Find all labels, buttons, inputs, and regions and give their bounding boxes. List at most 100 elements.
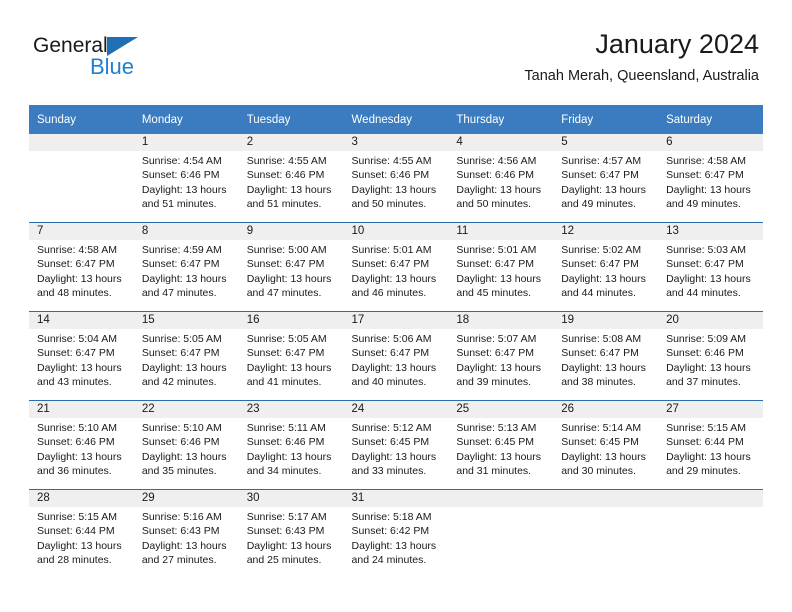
day-sun-info: Sunrise: 5:05 AM Sunset: 6:47 PM Daylight:… — [134, 329, 239, 389]
calendar-week-row: 1 Sunrise: 4:54 AM Sunset: 6:46 PM Daylight… — [29, 134, 763, 223]
calendar-day-cell[interactable]: 19 Sunrise: 5:08 AM Sunset: 6:47 PM Dayligh… — [553, 311, 659, 401]
day-cell-inner: 26 Sunrise: 5:14 AM Sunset: 6:45 PM Dayligh… — [553, 401, 659, 489]
calendar-day-cell[interactable]: 2 Sunrise: 4:55 AM Sunset: 6:46 PM Daylight… — [238, 134, 344, 223]
day-sun-info — [448, 507, 553, 510]
page-title: January 2024 — [595, 29, 759, 59]
sunset-text: Sunset: 6:47 PM — [666, 169, 744, 182]
calendar-day-cell[interactable]: 18 Sunrise: 5:07 AM Sunset: 6:47 PM Dayligh… — [448, 311, 554, 401]
calendar-day-cell[interactable]: 7 Sunrise: 4:58 AM Sunset: 6:47 PM Daylight… — [29, 222, 134, 312]
calendar-day-cell[interactable]: 14 Sunrise: 5:04 AM Sunset: 6:47 PM Dayligh… — [29, 311, 134, 401]
day-number: 22 — [133, 401, 239, 418]
calendar-day-cell[interactable]: 5 Sunrise: 4:57 AM Sunset: 6:47 PM Daylight… — [553, 134, 659, 223]
calendar-day-cell[interactable]: 8 Sunrise: 4:59 AM Sunset: 6:47 PM Daylight… — [133, 222, 239, 312]
day-number: 3 — [343, 134, 449, 151]
day-cell-inner: 13 Sunrise: 5:03 AM Sunset: 6:47 PM Dayligh… — [658, 223, 763, 311]
daylight-text-line1: Daylight: 13 hours — [37, 361, 122, 374]
weekday-header-friday: Friday — [553, 105, 659, 134]
calendar-week-row: 14 Sunrise: 5:04 AM Sunset: 6:47 PM Dayligh… — [29, 311, 763, 401]
day-cell-inner: 20 Sunrise: 5:09 AM Sunset: 6:46 PM Dayligh… — [658, 312, 763, 400]
day-number: 8 — [133, 223, 239, 240]
day-sun-info: Sunrise: 4:58 AM Sunset: 6:47 PM Daylight:… — [29, 240, 134, 300]
sunset-text: Sunset: 6:47 PM — [561, 347, 639, 360]
daylight-text-line2: and 47 minutes. — [246, 286, 322, 299]
sunrise-text: Sunrise: 5:15 AM — [666, 422, 747, 434]
calendar-day-cell[interactable]: 6 Sunrise: 4:58 AM Sunset: 6:47 PM Daylight… — [658, 134, 763, 223]
day-cell-inner: 8 Sunrise: 4:59 AM Sunset: 6:47 PM Daylight… — [133, 223, 239, 311]
sunrise-text: Sunrise: 5:11 AM — [246, 422, 326, 434]
day-sun-info: Sunrise: 5:16 AM Sunset: 6:43 PM Daylight:… — [134, 507, 239, 567]
calendar-day-cell[interactable]: 28 Sunrise: 5:15 AM Sunset: 6:44 PM Dayligh… — [29, 489, 134, 578]
day-number: 21 — [29, 401, 134, 418]
day-sun-info: Sunrise: 4:59 AM Sunset: 6:47 PM Daylight:… — [134, 240, 239, 300]
weekday-header-thursday: Thursday — [448, 105, 554, 134]
day-cell-inner — [29, 134, 134, 222]
day-cell-inner: 24 Sunrise: 5:12 AM Sunset: 6:45 PM Dayligh… — [343, 401, 449, 489]
day-sun-info: Sunrise: 4:58 AM Sunset: 6:47 PM Daylight:… — [658, 151, 763, 211]
calendar-day-cell[interactable]: 29 Sunrise: 5:16 AM Sunset: 6:43 PM Dayligh… — [133, 489, 239, 578]
day-cell-inner — [553, 490, 659, 578]
calendar-empty-cell — [553, 489, 659, 578]
daylight-text-line2: and 37 minutes. — [666, 375, 741, 388]
calendar-empty-cell — [658, 489, 763, 578]
day-cell-inner: 31 Sunrise: 5:18 AM Sunset: 6:42 PM Dayligh… — [343, 490, 449, 578]
day-sun-info: Sunrise: 5:09 AM Sunset: 6:46 PM Daylight:… — [658, 329, 763, 389]
sunset-text: Sunset: 6:47 PM — [351, 347, 430, 360]
daylight-text-line2: and 51 minutes. — [141, 197, 217, 210]
day-cell-inner: 23 Sunrise: 5:11 AM Sunset: 6:46 PM Dayligh… — [238, 401, 344, 489]
calendar-day-cell[interactable]: 15 Sunrise: 5:05 AM Sunset: 6:47 PM Dayligh… — [133, 311, 239, 401]
day-number: 16 — [238, 312, 344, 329]
calendar-day-cell[interactable]: 11 Sunrise: 5:01 AM Sunset: 6:47 PM Dayligh… — [448, 222, 554, 312]
calendar-day-cell[interactable]: 10 Sunrise: 5:01 AM Sunset: 6:47 PM Dayligh… — [343, 222, 449, 312]
daylight-text-line1: Daylight: 13 hours — [37, 539, 122, 552]
day-cell-inner: 16 Sunrise: 5:05 AM Sunset: 6:47 PM Dayligh… — [238, 312, 344, 400]
day-sun-info — [658, 507, 763, 510]
weekday-header-wednesday: Wednesday — [343, 105, 449, 134]
calendar-day-cell[interactable]: 9 Sunrise: 5:00 AM Sunset: 6:47 PM Daylight… — [238, 222, 344, 312]
sunrise-text: Sunrise: 5:03 AM — [666, 244, 747, 256]
day-number: 27 — [658, 401, 763, 418]
calendar-day-cell[interactable]: 27 Sunrise: 5:15 AM Sunset: 6:44 PM Dayligh… — [658, 400, 763, 490]
day-cell-inner: 7 Sunrise: 4:58 AM Sunset: 6:47 PM Daylight… — [29, 223, 134, 311]
calendar-day-cell[interactable]: 30 Sunrise: 5:17 AM Sunset: 6:43 PM Dayligh… — [238, 489, 344, 578]
sunset-text: Sunset: 6:47 PM — [561, 169, 639, 182]
daylight-text-line1: Daylight: 13 hours — [561, 272, 646, 285]
calendar-day-cell[interactable]: 26 Sunrise: 5:14 AM Sunset: 6:45 PM Dayligh… — [553, 400, 659, 490]
daylight-text-line2: and 50 minutes. — [456, 197, 532, 210]
sunset-text: Sunset: 6:46 PM — [666, 347, 744, 360]
daylight-text-line2: and 44 minutes. — [666, 286, 741, 299]
calendar-day-cell[interactable]: 24 Sunrise: 5:12 AM Sunset: 6:45 PM Dayligh… — [343, 400, 449, 490]
daylight-text-line2: and 35 minutes. — [141, 464, 217, 477]
day-cell-inner: 12 Sunrise: 5:02 AM Sunset: 6:47 PM Dayligh… — [553, 223, 659, 311]
calendar-day-cell[interactable]: 3 Sunrise: 4:55 AM Sunset: 6:46 PM Daylight… — [343, 134, 449, 223]
calendar-day-cell[interactable]: 23 Sunrise: 5:11 AM Sunset: 6:46 PM Dayligh… — [238, 400, 344, 490]
day-number: 26 — [553, 401, 659, 418]
daylight-text-line1: Daylight: 13 hours — [141, 183, 227, 196]
day-sun-info: Sunrise: 4:57 AM Sunset: 6:47 PM Daylight:… — [553, 151, 658, 211]
day-cell-inner: 14 Sunrise: 5:04 AM Sunset: 6:47 PM Dayligh… — [29, 312, 134, 400]
day-number: 7 — [29, 223, 134, 240]
calendar-day-cell[interactable]: 20 Sunrise: 5:09 AM Sunset: 6:46 PM Dayligh… — [658, 311, 763, 401]
calendar-day-cell[interactable]: 25 Sunrise: 5:13 AM Sunset: 6:45 PM Dayligh… — [448, 400, 554, 490]
daylight-text-line1: Daylight: 13 hours — [456, 183, 542, 196]
sunset-text: Sunset: 6:43 PM — [141, 525, 220, 538]
calendar-day-cell[interactable]: 13 Sunrise: 5:03 AM Sunset: 6:47 PM Dayligh… — [658, 222, 763, 312]
calendar-day-cell[interactable]: 31 Sunrise: 5:18 AM Sunset: 6:42 PM Dayligh… — [343, 489, 449, 578]
calendar-day-cell[interactable]: 17 Sunrise: 5:06 AM Sunset: 6:47 PM Dayligh… — [343, 311, 449, 401]
calendar-day-cell[interactable]: 22 Sunrise: 5:10 AM Sunset: 6:46 PM Dayligh… — [133, 400, 239, 490]
day-sun-info: Sunrise: 5:05 AM Sunset: 6:47 PM Daylight:… — [239, 329, 344, 389]
calendar-page: General Blue January 2024 Tanah Merah, Q… — [0, 0, 792, 612]
day-sun-info: Sunrise: 5:06 AM Sunset: 6:47 PM Daylight:… — [344, 329, 449, 389]
calendar-day-cell[interactable]: 4 Sunrise: 4:56 AM Sunset: 6:46 PM Daylight… — [448, 134, 554, 223]
sunset-text: Sunset: 6:46 PM — [456, 169, 535, 182]
general-blue-logo: General Blue — [33, 34, 213, 90]
day-sun-info: Sunrise: 5:03 AM Sunset: 6:47 PM Daylight:… — [658, 240, 763, 300]
daylight-text-line2: and 25 minutes. — [246, 553, 322, 566]
sunset-text: Sunset: 6:47 PM — [37, 258, 115, 271]
calendar-day-cell[interactable]: 21 Sunrise: 5:10 AM Sunset: 6:46 PM Dayligh… — [29, 400, 134, 490]
daylight-text-line1: Daylight: 13 hours — [351, 450, 437, 463]
calendar-day-cell[interactable]: 16 Sunrise: 5:05 AM Sunset: 6:47 PM Dayligh… — [238, 311, 344, 401]
day-cell-inner: 6 Sunrise: 4:58 AM Sunset: 6:47 PM Daylight… — [658, 134, 763, 222]
daylight-text-line1: Daylight: 13 hours — [351, 539, 437, 552]
calendar-day-cell[interactable]: 12 Sunrise: 5:02 AM Sunset: 6:47 PM Dayligh… — [553, 222, 659, 312]
calendar-day-cell[interactable]: 1 Sunrise: 4:54 AM Sunset: 6:46 PM Daylight… — [133, 134, 239, 223]
